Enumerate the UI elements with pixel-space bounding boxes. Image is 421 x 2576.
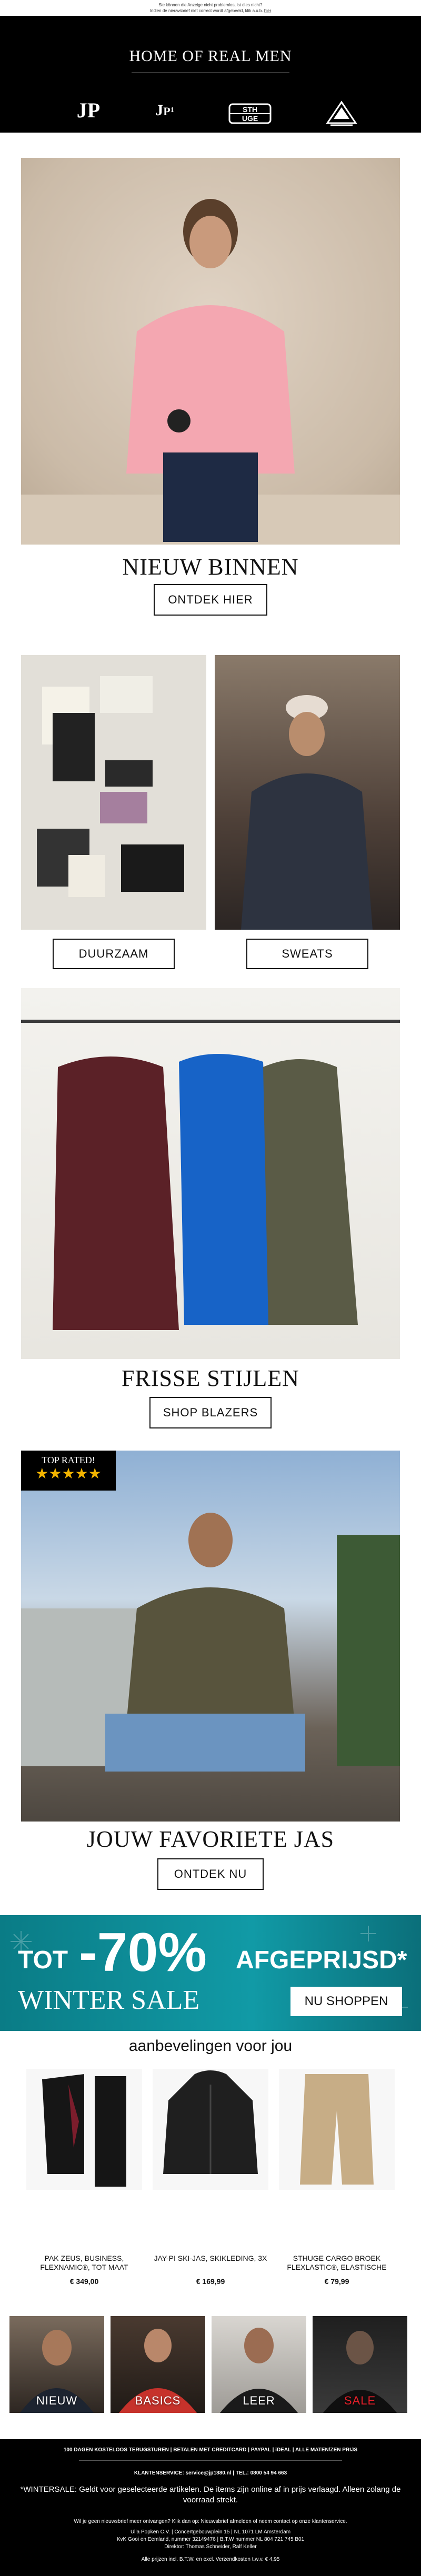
cargo-pants-illustration [279, 2069, 395, 2190]
category-tile-sale[interactable]: SALE [313, 2316, 407, 2413]
recommendation-price-suit: € 349,00 [69, 2277, 99, 2286]
recommendation-name-cargo[interactable]: STHUGE CARGO BROEK FLEXLASTIC®, ELASTISC… [279, 2254, 395, 2272]
jacket-title: JOUW FAVORIETE JAS [86, 1826, 335, 1852]
recommendations-title: aanbevelingen voor jou [128, 2037, 293, 2055]
top-rated-label: TOP RATED! [42, 1455, 95, 1465]
category-label-sale: SALE [344, 2394, 376, 2407]
blazers-button[interactable]: SHOP BLAZERS [149, 1397, 272, 1428]
recommendation-image-suit[interactable] [26, 2069, 142, 2190]
header-title[interactable]: HOME OF REAL MEN [0, 47, 421, 65]
mountain-logo-icon [326, 100, 357, 126]
category-label-new: NIEUW [36, 2394, 78, 2407]
suit-illustration [26, 2069, 142, 2190]
hero-model-illustration [21, 199, 400, 545]
promo-sale-label: WINTER SALE [18, 1985, 200, 2015]
category-tile-leather[interactable]: LEER [212, 2316, 306, 2413]
clothes-flatlay-illustration [37, 676, 184, 897]
sthuge-logo-icon: STH UGE [228, 103, 272, 124]
category-tile-new[interactable]: NIEUW [9, 2316, 104, 2413]
hero-image[interactable] [21, 158, 400, 545]
recommendation-image-skijacket[interactable] [153, 2069, 268, 2190]
ski-jacket-illustration [153, 2069, 268, 2190]
preheader-link[interactable]: hier [264, 8, 271, 13]
recommendation-price-cargo: € 79,99 [324, 2277, 349, 2286]
sweats-button[interactable]: SWEATS [246, 939, 368, 969]
brand-logo-jp1880[interactable]: JP1 [146, 100, 183, 122]
preheader-line: Sie können die Anzeige nicht problemlos,… [158, 3, 263, 7]
recommendation-name-skijacket[interactable]: JAY-PI SKI-JAS, SKIKLEDING, 3X [153, 2254, 268, 2263]
blazers-title: FRISSE STIJLEN [122, 1365, 299, 1391]
footer-contact[interactable]: KLANTENSERVICE: service@jp1880.nl | TEL.… [0, 2470, 421, 2477]
rating-stars-icon: ★★★★★ [35, 1465, 102, 1482]
svg-text:UGE: UGE [242, 114, 258, 123]
promo-suffix: AFGEPRIJSD* [236, 1946, 407, 1974]
svg-text:STH: STH [243, 105, 257, 114]
promo-sale-title: WINTER SALE [18, 1985, 199, 2016]
brand-logo-sthuge[interactable]: STH UGE [227, 100, 273, 130]
header: HOME OF REAL MEN JP JP1 STH UGE [0, 16, 421, 133]
footer-directors: Direktor: Thomas Schneider, Ralf Keller [164, 2544, 257, 2550]
brand-logo-jp[interactable]: JP [73, 100, 104, 124]
footer-unsubscribe[interactable]: Wil je geen nieuwsbrief meer ontvangen? … [0, 2518, 421, 2525]
jacket-button[interactable]: ONTDEK NU [157, 1858, 264, 1890]
footer-address-1: Ulla Popken C.V. | Concertgebouwplein 15… [130, 2529, 291, 2535]
duurzaam-image[interactable] [21, 655, 206, 930]
blazers-illustration [21, 1020, 400, 1330]
man-jacket-illustration [21, 1513, 400, 1772]
blazers-image[interactable] [21, 988, 400, 1359]
winter-sale-banner[interactable]: TOT -70% AFGEPRIJSD* WINTER SALE NU SHOP… [0, 1915, 421, 2031]
footer: 100 DAGEN KOSTELOOS TERUGSTUREN | BETALE… [0, 2439, 421, 2576]
promo-percent: -70% [79, 1922, 207, 1983]
hero-button[interactable]: ONTDEK HIER [154, 584, 267, 616]
top-rated-badge: TOP RATED! ★★★★★ [21, 1451, 116, 1491]
category-label-basics: BASICS [135, 2394, 181, 2407]
brand-logo-jaypi[interactable] [323, 100, 360, 131]
sweats-image[interactable] [215, 655, 400, 930]
jacket-image[interactable]: TOP RATED! ★★★★★ [21, 1451, 400, 1822]
footer-disclaimer: *WINTERSALE: Geldt voor geselecteerde ar… [20, 2485, 401, 2504]
recommendation-name-suit[interactable]: PAK ZEUS, BUSINESS, FLEXNAMIC®, TOT MAAT [26, 2254, 142, 2272]
category-label-leather: LEER [243, 2394, 275, 2407]
footer-divider [79, 2460, 342, 2461]
category-tile-basics[interactable]: BASICS [111, 2316, 205, 2413]
man-sweater-illustration [241, 695, 373, 930]
recommendation-price-skijacket: € 169,99 [196, 2277, 225, 2286]
hero-title: NIEUW BINNEN [122, 554, 299, 580]
footer-address-2: KvK Gooi en Eemland, nummer 32149476 | B… [116, 2537, 305, 2542]
preheader-line-2: Indien de nieuwsbrief niet correct wordt… [0, 8, 421, 14]
brand-logo-jp-mark: JP [76, 98, 101, 122]
recommendation-image-cargo[interactable] [279, 2069, 395, 2190]
preheader: Sie können die Anzeige nicht problemlos,… [0, 0, 421, 16]
duurzaam-button[interactable]: DUURZAAM [53, 939, 175, 969]
footer-services[interactable]: 100 DAGEN KOSTELOOS TERUGSTUREN | BETALE… [0, 2447, 421, 2454]
brand-logo-jp1880-mark: JP1 [155, 102, 174, 119]
preheader-text: Indien de nieuwsbrief niet correct wordt… [149, 8, 263, 13]
footer-vat: Alle prijzen incl. B.T.W. en excl. Verze… [141, 2557, 280, 2562]
promo-prefix: TOT [18, 1946, 68, 1974]
promo-shop-button[interactable]: NU SHOPPEN [290, 1987, 402, 2016]
